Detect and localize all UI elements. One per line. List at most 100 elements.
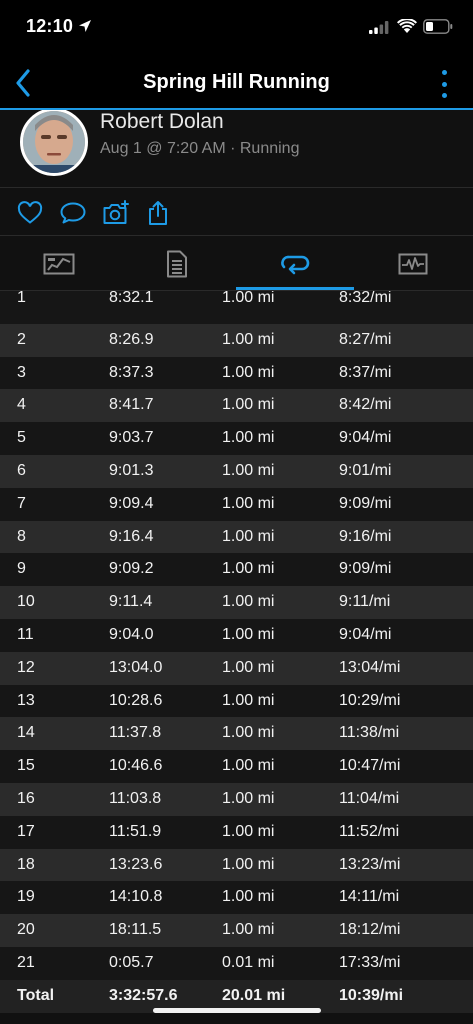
table-row: 19 14:10.8 1.00 mi 14:11/mi: [0, 881, 473, 915]
share-button[interactable]: [144, 200, 172, 226]
lap-distance: 1.00 mi: [222, 527, 275, 545]
back-button[interactable]: [8, 66, 38, 100]
activity-meta: Aug 1 @ 7:20 AM · Running: [100, 140, 300, 157]
lap-pace: 18:12/mi: [339, 921, 401, 939]
add-photo-button[interactable]: [102, 200, 130, 226]
total-label: Total: [17, 986, 55, 1004]
home-indicator[interactable]: [153, 1008, 321, 1013]
document-list-icon: [167, 250, 187, 278]
lap-distance: 1.00 mi: [222, 396, 275, 414]
lap-time: 11:37.8: [109, 724, 162, 742]
share-icon: [149, 201, 167, 225]
table-row: 18 13:23.6 1.00 mi 13:23/mi: [0, 848, 473, 882]
table-row: 3 8:37.3 1.00 mi 8:37/mi: [0, 356, 473, 390]
lap-number: 5: [17, 429, 26, 447]
lap-number: 9: [17, 560, 26, 578]
table-row: 4 8:41.7 1.00 mi 8:42/mi: [0, 389, 473, 423]
table-row: 14 11:37.8 1.00 mi 11:38/mi: [0, 717, 473, 751]
lap-pace: 10:29/mi: [339, 691, 401, 709]
lap-distance: 0.01 mi: [222, 953, 275, 971]
battery-icon: [423, 19, 453, 34]
lap-time: 13:04.0: [109, 658, 163, 676]
lap-number: 18: [17, 855, 35, 873]
lap-distance: 1.00 mi: [222, 363, 275, 381]
avatar-photo: [23, 111, 85, 173]
lap-distance: 1.00 mi: [222, 724, 275, 742]
tab-details[interactable]: [118, 237, 236, 291]
more-vertical-icon: [441, 70, 447, 75]
lap-pace: 10:47/mi: [339, 757, 401, 775]
lap-time: 9:11.4: [109, 593, 153, 611]
lap-distance: 1.00 mi: [222, 921, 275, 939]
lap-number: 13: [17, 691, 35, 709]
lap-pace: 14:11/mi: [339, 888, 400, 906]
lap-distance: 1.00 mi: [222, 291, 275, 306]
more-dot: [441, 93, 447, 98]
camera-plus-icon: [103, 200, 129, 224]
like-button[interactable]: [16, 200, 44, 226]
cellular-signal-icon: [369, 21, 389, 34]
lap-time: 13:23.6: [109, 855, 163, 873]
lap-pace: 11:38/mi: [339, 724, 400, 742]
lap-distance: 1.00 mi: [222, 658, 275, 676]
chart-pulse-icon: [398, 253, 428, 275]
lap-pace: 9:09/mi: [339, 494, 392, 512]
lap-number: 15: [17, 757, 35, 775]
lap-pace: 11:52/mi: [339, 822, 400, 840]
table-row: 12 13:04.0 1.00 mi 13:04/mi: [0, 651, 473, 685]
lap-distance: 1.00 mi: [222, 888, 275, 906]
lap-pace: 11:04/mi: [339, 789, 400, 807]
lap-distance: 1.00 mi: [222, 625, 275, 643]
tab-charts[interactable]: [354, 237, 472, 291]
lap-number: 16: [17, 789, 35, 807]
table-row: 8 9:16.4 1.00 mi 9:16/mi: [0, 520, 473, 554]
lap-time: 14:10.8: [109, 888, 163, 906]
lap-time: 9:09.2: [109, 560, 154, 578]
lap-time: 18:11.5: [109, 921, 162, 939]
table-row: 1 8:32.1 1.00 mi 8:32/mi: [0, 291, 473, 324]
comment-bubble-icon: [60, 202, 86, 224]
lap-pace: 9:11/mi: [339, 593, 391, 611]
lap-pace: 9:01/mi: [339, 461, 392, 479]
table-row: 10 9:11.4 1.00 mi 9:11/mi: [0, 586, 473, 619]
lap-distance: 1.00 mi: [222, 757, 275, 775]
navigation-bar: Spring Hill Running: [0, 56, 473, 110]
table-row: 17 11:51.9 1.00 mi 11:52/mi: [0, 815, 473, 849]
lap-number: 4: [17, 396, 26, 414]
lap-distance: 1.00 mi: [222, 494, 275, 512]
lap-distance: 1.00 mi: [222, 593, 275, 611]
lap-pace: 8:42/mi: [339, 396, 392, 414]
laps-loop-icon: [281, 255, 310, 275]
lap-distance: 1.00 mi: [222, 855, 275, 873]
tab-laps[interactable]: [236, 237, 354, 291]
lap-pace: 17:33/mi: [339, 953, 401, 971]
lap-time: 8:26.9: [109, 330, 154, 348]
lap-number: 14: [17, 724, 35, 742]
avatar[interactable]: [20, 110, 88, 176]
active-tab-indicator: [236, 287, 354, 290]
lap-distance: 1.00 mi: [222, 822, 275, 840]
lap-pace: 9:09/mi: [339, 560, 392, 578]
lap-distance: 1.00 mi: [222, 789, 275, 807]
location-arrow-icon: [79, 20, 91, 32]
lap-pace: 8:32/mi: [339, 291, 392, 306]
table-row: 5 9:03.7 1.00 mi 9:04/mi: [0, 422, 473, 455]
user-name[interactable]: Robert Dolan: [100, 110, 224, 134]
chevron-left-icon: [16, 69, 30, 97]
lap-number: 3: [17, 363, 26, 381]
lap-time: 9:01.3: [109, 461, 154, 479]
laps-table: 1 8:32.1 1.00 mi 8:32/mi 2 8:26.9 1.00 m…: [0, 291, 473, 1015]
status-time: 12:10: [26, 16, 74, 36]
lap-time: 10:28.6: [109, 691, 163, 709]
comment-button[interactable]: [59, 200, 87, 226]
more-dot: [441, 81, 447, 87]
lap-distance: 1.00 mi: [222, 461, 275, 479]
tab-summary[interactable]: [0, 237, 118, 291]
status-bar: 12:10: [0, 0, 473, 56]
lap-time: 9:16.4: [109, 527, 154, 545]
table-row: 16 11:03.8 1.00 mi 11:04/mi: [0, 782, 473, 816]
more-options-button[interactable]: [437, 70, 451, 98]
lap-time: 9:09.4: [109, 494, 154, 512]
lap-number: 8: [17, 527, 26, 545]
table-row: 20 18:11.5 1.00 mi 18:12/mi: [0, 914, 473, 947]
